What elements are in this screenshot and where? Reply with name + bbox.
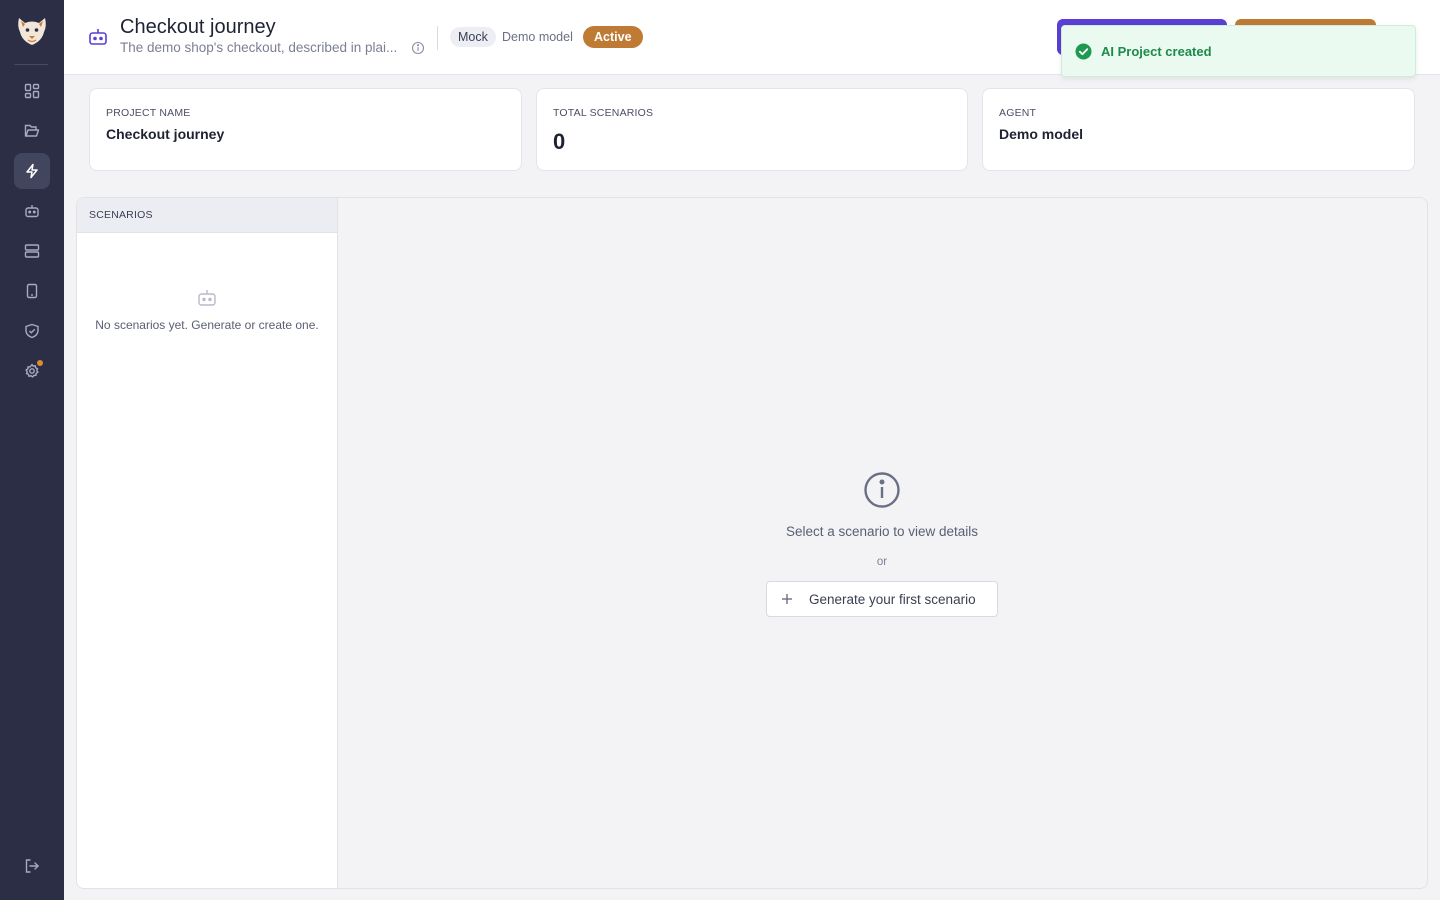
sidebar-item-security[interactable] xyxy=(14,313,50,349)
agent-card: AGENT Demo model xyxy=(982,88,1415,171)
sidebar xyxy=(0,0,64,900)
empty-scenarios-text: No scenarios yet. Generate or create one… xyxy=(95,318,319,332)
page-subtitle: The demo shop's checkout, described in p… xyxy=(120,40,398,55)
header-separator xyxy=(437,26,438,50)
sidebar-item-settings[interactable] xyxy=(14,353,50,389)
generate-scenario-label: Generate your first scenario xyxy=(809,591,976,607)
card-value: Checkout journey xyxy=(106,126,225,142)
sidebar-item-agents[interactable] xyxy=(14,193,50,229)
generate-scenario-button[interactable]: Generate your first scenario xyxy=(766,581,998,617)
logout-button[interactable] xyxy=(14,848,50,884)
select-scenario-message: Select a scenario to view details xyxy=(785,524,979,539)
grid-icon xyxy=(24,83,40,99)
card-value: 0 xyxy=(553,129,566,154)
or-divider: or xyxy=(876,556,888,568)
total-scenarios-card: TOTAL SCENARIOS 0 xyxy=(536,88,968,171)
sidebar-divider xyxy=(14,64,48,65)
check-circle-icon xyxy=(1075,43,1092,59)
bot-icon xyxy=(89,29,107,45)
scenario-list: SCENARIOS No scenarios yet. Generate or … xyxy=(77,198,338,888)
sidebar-item-folders[interactable] xyxy=(14,113,50,149)
notification-dot xyxy=(37,360,43,366)
sidebar-item-devices[interactable] xyxy=(14,273,50,309)
bot-icon xyxy=(198,290,216,306)
mode-tag: Mock xyxy=(450,27,496,47)
success-toast[interactable]: AI Project created xyxy=(1061,25,1416,77)
server-icon xyxy=(24,244,40,258)
folder-icon xyxy=(24,124,40,137)
scenario-list-heading: SCENARIOS xyxy=(77,198,337,233)
logout-icon xyxy=(25,859,39,873)
card-label: AGENT xyxy=(999,107,1037,119)
card-label: TOTAL SCENARIOS xyxy=(553,107,654,119)
model-label: Demo model xyxy=(502,30,573,44)
phone-icon xyxy=(26,283,38,299)
bot-icon xyxy=(25,205,39,218)
card-value: Demo model xyxy=(999,126,1084,142)
info-icon xyxy=(864,472,900,508)
page-title: Checkout journey xyxy=(120,16,276,38)
toast-message: AI Project created xyxy=(1101,43,1212,59)
sidebar-item-runs[interactable] xyxy=(14,153,50,189)
info-icon[interactable] xyxy=(411,41,425,55)
sidebar-item-dashboard[interactable] xyxy=(14,73,50,109)
sidebar-item-servers[interactable] xyxy=(14,233,50,269)
status-badge: Active xyxy=(583,26,643,48)
card-label: PROJECT NAME xyxy=(106,107,191,119)
app-logo[interactable] xyxy=(16,14,48,48)
shield-icon xyxy=(25,323,39,339)
plus-icon xyxy=(782,594,792,604)
lightning-icon xyxy=(26,163,38,179)
project-name-card: PROJECT NAME Checkout journey xyxy=(89,88,522,171)
scenario-panel: SCENARIOS No scenarios yet. Generate or … xyxy=(76,197,1428,889)
